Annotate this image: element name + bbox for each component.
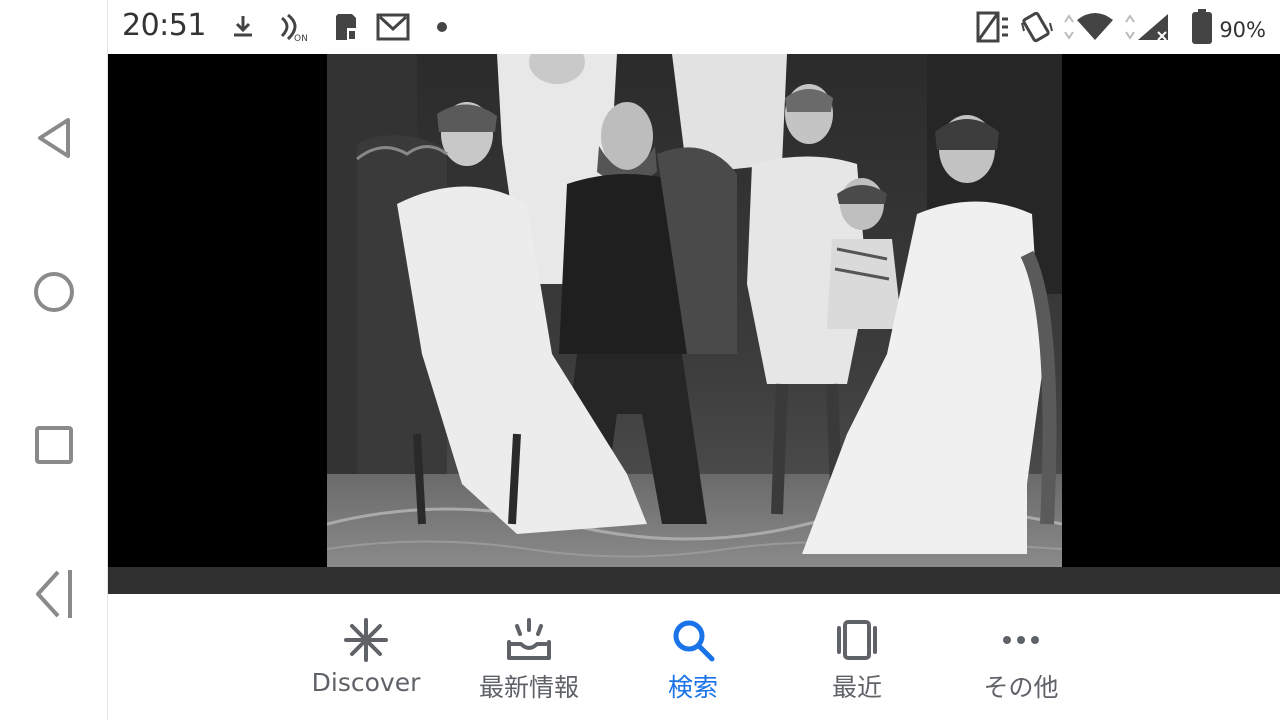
signal-icon (1124, 12, 1174, 42)
asterisk-icon (344, 618, 388, 662)
notification-dot-icon (436, 12, 448, 42)
inbox-updates-icon (507, 618, 551, 660)
tab-more[interactable]: その他 (946, 614, 1096, 704)
back-button[interactable] (30, 114, 78, 162)
sd-card-icon (332, 12, 360, 42)
tab-search[interactable]: 検索 (618, 614, 768, 704)
tab-recent-label: 最近 (831, 673, 882, 702)
back-icon (38, 118, 70, 158)
search-icon (673, 620, 715, 662)
home-icon (34, 272, 74, 312)
wifi-icon (1063, 12, 1117, 42)
nfc-tag-icon (976, 11, 1010, 43)
system-navigation-rail (0, 0, 108, 720)
recents-button[interactable] (30, 421, 78, 469)
gmail-icon (376, 12, 410, 42)
portrait-image (327, 54, 1062, 567)
download-icon (230, 12, 256, 42)
status-bar: 20:51 ON 90% (108, 0, 1280, 54)
status-time: 20:51 (122, 8, 206, 43)
home-button[interactable] (30, 268, 78, 316)
side-panel-button[interactable] (30, 570, 78, 618)
tab-discover-label: Discover (311, 668, 421, 697)
image-viewer[interactable] (108, 54, 1280, 567)
svg-text:ON: ON (294, 34, 308, 42)
tab-updates[interactable]: 最新情報 (454, 614, 604, 704)
vibrate-icon (1020, 11, 1054, 43)
battery-percent: 90% (1219, 18, 1266, 42)
tab-search-label: 検索 (667, 673, 718, 702)
tab-more-label: その他 (983, 673, 1059, 702)
side-panel-icon (36, 570, 72, 618)
tab-discover[interactable]: Discover (291, 614, 441, 704)
nfc-on-icon: ON (278, 12, 312, 42)
battery-icon (1190, 9, 1214, 44)
recents-icon (35, 426, 73, 464)
more-dots-icon (1003, 636, 1039, 644)
tab-updates-label: 最新情報 (478, 673, 579, 702)
bottom-navigation: Discover 最新情報 検索 最近 その他 (108, 594, 1280, 720)
family-portrait-photo[interactable] (327, 54, 1062, 567)
viewer-bottom-band (108, 567, 1280, 594)
recent-cards-icon (837, 620, 877, 660)
tab-recent[interactable]: 最近 (782, 614, 932, 704)
